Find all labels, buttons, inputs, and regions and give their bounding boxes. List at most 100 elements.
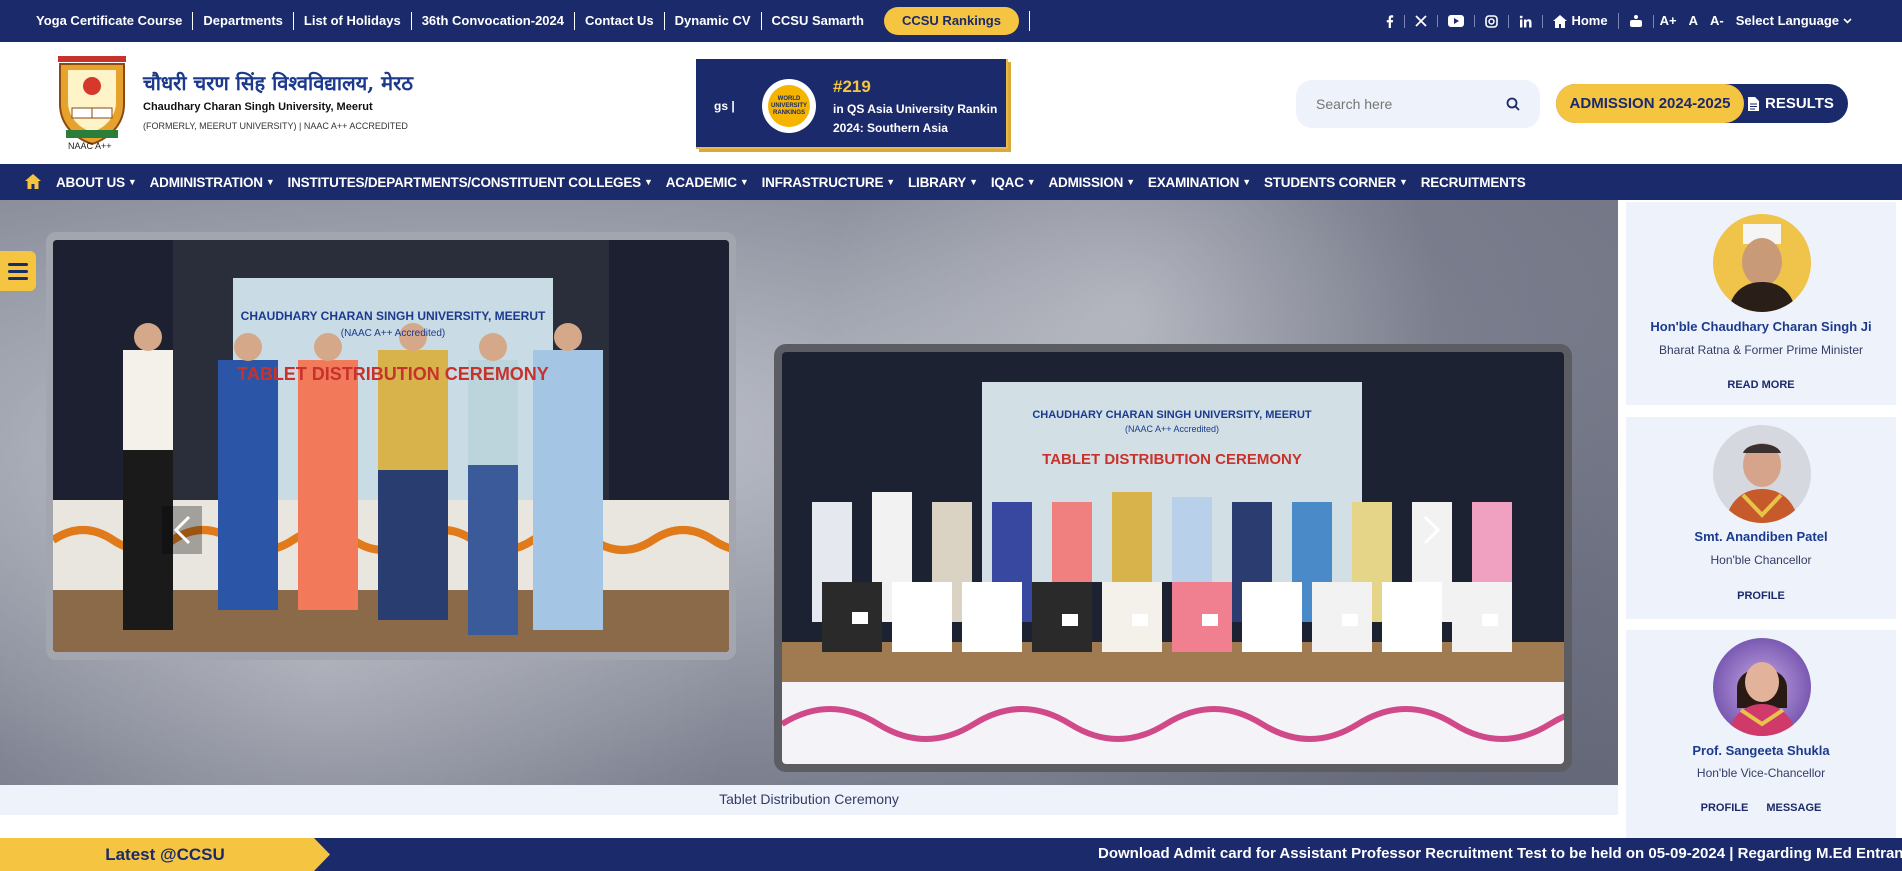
facebook-icon[interactable]	[1376, 14, 1406, 28]
divider	[1028, 11, 1030, 31]
avatar	[1713, 638, 1811, 736]
x-twitter-icon[interactable]	[1405, 15, 1439, 27]
font-decrease-button[interactable]: A-	[1704, 13, 1730, 29]
dignitary-name: Smt. Anandiben Patel	[1694, 529, 1828, 544]
nav-students-corner-label: STUDENTS CORNER	[1263, 174, 1396, 190]
slide-photo-left: CHAUDHARY CHARAN SINGH UNIVERSITY, MEERU…	[46, 232, 736, 660]
language-select-label: Select Language	[1735, 13, 1839, 28]
nav-academic-label: ACADEMIC	[665, 174, 737, 190]
rankings-button[interactable]: CCSU Rankings	[883, 7, 1019, 35]
qs-rank-text: in QS Asia University Rankin 2024: South…	[833, 102, 998, 135]
dignitary-links: PROFILE MESSAGE	[1626, 802, 1896, 814]
nav-admission-label: ADMISSION	[1048, 174, 1124, 190]
home-icon[interactable]	[24, 173, 42, 191]
nav-infrastructure-label: INFRASTRUCTURE	[761, 174, 884, 190]
news-ticker: Latest @CCSU Download Admit card for Ass…	[0, 838, 1902, 871]
top-link-samarth[interactable]: CCSU Samarth	[762, 12, 874, 30]
dignitary-name: Prof. Sangeeta Shukla	[1692, 743, 1830, 758]
top-link-convocation[interactable]: 36th Convocation-2024	[412, 12, 576, 30]
dignitary-role: Hon'ble Chancellor	[1710, 553, 1812, 567]
instagram-icon[interactable]	[1475, 14, 1510, 28]
nav-administration-label: ADMINISTRATION	[149, 174, 263, 190]
caret-down-icon: ▼	[1126, 177, 1135, 187]
font-normal-button[interactable]: A	[1683, 13, 1704, 29]
top-link-contact[interactable]: Contact Us	[575, 12, 665, 30]
dignitary-links: READ MORE	[1626, 379, 1896, 391]
profile-link[interactable]: PROFILE	[1701, 802, 1749, 814]
search-box	[1296, 80, 1540, 128]
admission-button[interactable]: ADMISSION 2024-2025	[1556, 84, 1744, 123]
top-link-yoga[interactable]: Yoga Certificate Course	[28, 12, 194, 30]
hamburger-icon	[8, 276, 28, 280]
qs-banner-prefix: gs |	[714, 99, 735, 113]
top-right-tools: Home A+ A A- Select Language	[1376, 0, 1862, 42]
ticker-message[interactable]: Download Admit card for Assistant Profes…	[1098, 845, 1902, 862]
chevron-left-icon	[173, 515, 191, 545]
ticker-label: Latest @CCSU	[0, 838, 330, 871]
top-bar: Yoga Certificate Course Departments List…	[0, 0, 1902, 42]
nav-institutes[interactable]: INSTITUTES/DEPARTMENTS/CONSTITUENT COLLE…	[288, 175, 653, 190]
side-menu-toggle[interactable]	[0, 251, 36, 291]
chevron-down-icon	[1843, 18, 1852, 24]
slide-image-left: CHAUDHARY CHARAN SINGH UNIVERSITY, MEERU…	[53, 240, 729, 652]
search-input[interactable]	[1316, 96, 1506, 112]
nav-iqac[interactable]: IQAC ▼	[991, 175, 1036, 190]
nav-examination[interactable]: EXAMINATION ▼	[1148, 175, 1251, 190]
nav-students-corner[interactable]: STUDENTS CORNER ▼	[1264, 175, 1408, 190]
hamburger-icon	[8, 269, 28, 273]
nav-admission[interactable]: ADMISSION ▼	[1048, 174, 1135, 190]
qs-badge-text: WORLD UNIVERSITY RANKINGS	[768, 85, 810, 127]
top-link-departments[interactable]: Departments	[193, 12, 294, 30]
university-subtitle: (FORMERLY, MEERUT UNIVERSITY) | NAAC A++…	[143, 121, 408, 131]
qs-rank-number: #219	[833, 77, 871, 96]
nav-about-us-label: ABOUT US	[56, 174, 125, 190]
message-link[interactable]: MESSAGE	[1766, 802, 1821, 814]
caret-down-icon: ▼	[886, 177, 895, 187]
nav-infrastructure[interactable]: INFRASTRUCTURE ▼	[761, 174, 896, 190]
dignitaries-sidebar: Hon'ble Chaudhary Charan Singh Ji Bharat…	[1618, 200, 1902, 838]
slide-image-right: CHAUDHARY CHARAN SINGH UNIVERSITY, MEERU…	[782, 352, 1564, 764]
read-more-link[interactable]: READ MORE	[1727, 379, 1794, 391]
university-logo[interactable]	[52, 52, 132, 148]
qs-ranking-banner[interactable]: gs | WORLD UNIVERSITY RANKINGS #219 in Q…	[696, 59, 1008, 149]
nav-about-us[interactable]: ABOUT US ▼	[56, 175, 137, 190]
university-name-english: Chaudhary Charan Singh University, Meeru…	[143, 101, 373, 113]
top-links: Yoga Certificate Course Departments List…	[0, 7, 1040, 35]
slider-next-button[interactable]	[1412, 506, 1452, 554]
dignitary-card: Prof. Sangeeta Shukla Hon'ble Vice-Chanc…	[1626, 630, 1896, 838]
accessibility-icon[interactable]	[1619, 14, 1654, 28]
home-link[interactable]: Home	[1543, 13, 1619, 29]
nav-iqac-label: IQAC	[990, 174, 1024, 190]
top-link-holidays[interactable]: List of Holidays	[294, 12, 412, 30]
top-link-dynamic-cv[interactable]: Dynamic CV	[665, 12, 762, 30]
slider-prev-button[interactable]	[162, 506, 202, 554]
home-link-label: Home	[1571, 13, 1608, 28]
dignitary-role: Bharat Ratna & Former Prime Minister	[1658, 343, 1864, 357]
results-button-label: RESULTS	[1765, 95, 1834, 112]
nav-library[interactable]: LIBRARY ▼	[908, 175, 978, 190]
nav-recruitments[interactable]: RECRUITMENTS	[1421, 175, 1526, 190]
nav-examination-label: EXAMINATION	[1147, 174, 1240, 190]
nav-administration[interactable]: ADMINISTRATION ▼	[150, 175, 275, 190]
youtube-icon[interactable]	[1438, 15, 1476, 27]
caret-down-icon: ▼	[127, 177, 137, 187]
slide-banner-subtitle: (NAAC A++ Accredited)	[341, 328, 446, 339]
caret-down-icon: ▼	[1398, 177, 1408, 187]
university-name-hindi[interactable]: चौधरी चरण सिंह विश्वविद्यालय, मेरठ	[143, 69, 413, 96]
caret-down-icon: ▼	[739, 177, 749, 187]
home-icon	[1553, 14, 1568, 28]
main-nav: ABOUT US ▼ ADMINISTRATION ▼ INSTITUTES/DEP…	[0, 164, 1902, 200]
font-increase-button[interactable]: A+	[1654, 13, 1683, 29]
linkedin-icon[interactable]	[1509, 14, 1544, 28]
nav-academic[interactable]: ACADEMIC ▼	[666, 175, 749, 190]
caret-down-icon: ▼	[969, 177, 978, 187]
search-icon[interactable]	[1506, 97, 1520, 111]
profile-link[interactable]: PROFILE	[1737, 590, 1785, 602]
slide-caption: Tablet Distribution Ceremony	[719, 791, 899, 807]
results-button[interactable]: RESULTS	[1748, 84, 1844, 123]
caret-down-icon: ▼	[643, 177, 653, 187]
qs-rankings-badge: WORLD UNIVERSITY RANKINGS	[762, 79, 816, 133]
slide-photo-right: CHAUDHARY CHARAN SINGH UNIVERSITY, MEERU…	[774, 344, 1572, 772]
caret-down-icon: ▼	[1242, 177, 1251, 187]
language-select[interactable]: Select Language	[1730, 13, 1862, 29]
